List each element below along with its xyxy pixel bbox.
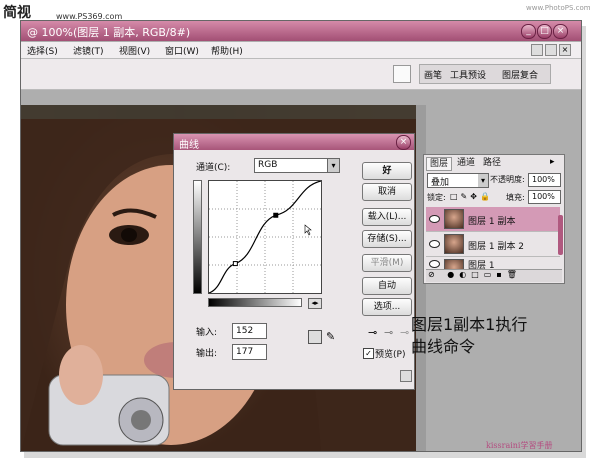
curve-control-point[interactable] bbox=[273, 212, 279, 218]
pencil-tool-icon[interactable]: ✎ bbox=[326, 330, 335, 343]
preview-label: 预览(P) bbox=[375, 350, 406, 360]
eye-icon[interactable] bbox=[429, 260, 440, 268]
app-minimize-icon[interactable] bbox=[531, 44, 543, 56]
caption-line-2: 曲线命令 bbox=[411, 337, 476, 356]
close-icon[interactable]: × bbox=[553, 24, 568, 39]
preview-checkbox[interactable]: ✓ bbox=[363, 348, 374, 359]
layer-row[interactable]: 图层 1 副本 2 bbox=[426, 232, 560, 257]
panel-menu-icon[interactable]: ▸ bbox=[550, 157, 555, 167]
gray-eyedropper-icon[interactable]: ⊸ bbox=[384, 326, 393, 339]
load-button[interactable]: 载入(L)... bbox=[362, 208, 412, 226]
output-field[interactable]: 177 bbox=[232, 344, 267, 360]
fill-field[interactable]: 100% bbox=[528, 190, 561, 204]
curves-dialog: 曲线 × 通道(C): RGB ▾ ◂▸ 输入: 152 输出: 177 ✎ 好… bbox=[173, 133, 415, 390]
layer-row[interactable]: 图层 1 副本 bbox=[426, 207, 560, 232]
expand-icon[interactable] bbox=[400, 370, 412, 382]
channel-value: RGB bbox=[258, 160, 278, 170]
curves-title: 曲线 bbox=[179, 140, 199, 151]
maximize-icon[interactable]: □ bbox=[537, 24, 552, 39]
curves-title-bar[interactable]: 曲线 × bbox=[174, 134, 414, 151]
document-title-bar[interactable]: @ 100%(图层 1 副本, RGB/8#) _ □ × bbox=[21, 21, 581, 41]
curves-close-icon[interactable]: × bbox=[396, 135, 411, 150]
options-button[interactable]: 选项... bbox=[362, 298, 412, 316]
blend-mode-value: 叠加 bbox=[431, 178, 450, 188]
fill-label: 填充: bbox=[506, 193, 525, 202]
caption-line-1: 图层1副本1执行 bbox=[411, 315, 528, 334]
input-label: 输入: bbox=[196, 328, 218, 338]
layer-thumbnail bbox=[444, 209, 464, 229]
input-gradient-bar bbox=[208, 298, 302, 307]
tab-brushes[interactable]: 画笔 bbox=[424, 68, 442, 81]
app-close-icon[interactable]: × bbox=[559, 44, 571, 56]
app-restore-icon[interactable] bbox=[545, 44, 557, 56]
menu-item-view[interactable]: 视图(V) bbox=[119, 44, 150, 57]
curve-svg bbox=[208, 180, 322, 294]
curve-line bbox=[208, 180, 322, 294]
layers-panel: 图层 通道 路径 ▸ 叠加 ▾ 不透明度: 100% 锁定: □✎✥🔒 填充: … bbox=[423, 154, 565, 284]
site-url-right: www.PhotoPS.com bbox=[526, 4, 591, 12]
menu-bar: 选择(S) 滤镜(T) 视图(V) 窗口(W) 帮助(H) × bbox=[21, 42, 581, 59]
cursor-icon bbox=[304, 224, 312, 236]
curve-control-point[interactable] bbox=[232, 261, 238, 267]
chevron-down-icon: ▾ bbox=[327, 159, 339, 172]
layers-scrollbar[interactable] bbox=[558, 215, 563, 255]
file-browser-icon[interactable] bbox=[393, 65, 411, 83]
save-button[interactable]: 存储(S)... bbox=[362, 230, 412, 248]
menu-item-filter[interactable]: 滤镜(T) bbox=[73, 44, 104, 57]
gradient-toggle-icon[interactable]: ◂▸ bbox=[308, 298, 322, 309]
auto-button[interactable]: 自动 bbox=[362, 277, 412, 295]
black-eyedropper-icon[interactable]: ⊸ bbox=[368, 326, 377, 339]
output-gradient-bar bbox=[193, 180, 202, 294]
layer-footer-icons[interactable]: ⊘ ●◐□▭▪🗑 bbox=[426, 269, 562, 282]
photoshop-window: @ 100%(图层 1 副本, RGB/8#) _ □ × 选择(S) 滤镜(T… bbox=[20, 20, 582, 452]
tab-layers[interactable]: 图层 bbox=[426, 157, 453, 171]
caption: 图层1副本1执行 曲线命令 bbox=[411, 314, 527, 358]
window-title: @ 100%(图层 1 副本, RGB/8#) bbox=[27, 26, 191, 39]
curve-graph[interactable] bbox=[208, 180, 322, 294]
lock-label: 锁定: bbox=[427, 193, 446, 202]
input-field[interactable]: 152 bbox=[232, 323, 267, 339]
tab-channels[interactable]: 通道 bbox=[454, 157, 478, 169]
output-label: 输出: bbox=[196, 349, 218, 359]
menu-item-help[interactable]: 帮助(H) bbox=[211, 44, 243, 57]
palette-well: 画笔 工具预设 图层复合 bbox=[419, 64, 551, 84]
layer-name: 图层 1 副本 2 bbox=[468, 242, 525, 252]
opacity-label: 不透明度: bbox=[490, 175, 525, 184]
tab-layer-comps[interactable]: 图层复合 bbox=[502, 68, 538, 81]
smooth-button[interactable]: 平滑(M) bbox=[362, 254, 412, 272]
menu-item-window[interactable]: 窗口(W) bbox=[165, 44, 199, 57]
site-logo: 简视 bbox=[3, 5, 31, 21]
cancel-button[interactable]: 取消 bbox=[362, 183, 412, 201]
white-eyedropper-icon[interactable]: ⊸ bbox=[400, 326, 409, 339]
eye-icon[interactable] bbox=[429, 215, 440, 223]
channel-label: 通道(C): bbox=[196, 163, 231, 173]
watermark: kissraini学習手册 bbox=[486, 441, 553, 450]
opacity-field[interactable]: 100% bbox=[528, 173, 561, 187]
eye-icon[interactable] bbox=[429, 240, 440, 248]
options-bar: 画笔 工具预设 图层复合 bbox=[21, 59, 581, 90]
channel-select[interactable]: RGB ▾ bbox=[254, 158, 340, 173]
curve-point-tool-icon[interactable] bbox=[308, 330, 322, 344]
layer-name: 图层 1 副本 bbox=[468, 217, 516, 227]
menu-item-select[interactable]: 选择(S) bbox=[27, 44, 58, 57]
tab-tool-presets[interactable]: 工具预设 bbox=[450, 68, 486, 81]
ok-button[interactable]: 好 bbox=[362, 162, 412, 180]
tab-paths[interactable]: 路径 bbox=[480, 157, 504, 169]
layer-thumbnail bbox=[444, 234, 464, 254]
lock-icons[interactable]: □✎✥🔒 bbox=[450, 192, 493, 201]
chevron-down-icon: ▾ bbox=[478, 174, 488, 187]
minimize-icon[interactable]: _ bbox=[521, 24, 536, 39]
blend-mode-select[interactable]: 叠加 ▾ bbox=[427, 173, 489, 188]
